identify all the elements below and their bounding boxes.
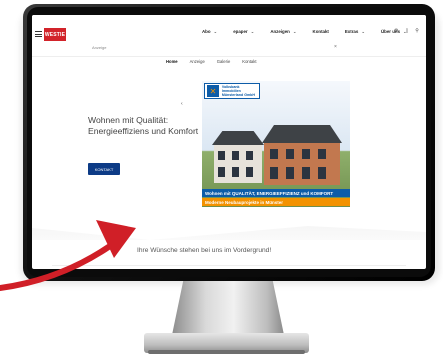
ad-banner-orange: Moderne Neubauprojekte in Münster	[202, 198, 350, 206]
site-logo[interactable]: WESTIE	[44, 28, 66, 41]
chevron-left-icon[interactable]: ‹	[181, 101, 183, 107]
header-icons: ⚙ ▯ ⚲	[394, 28, 419, 34]
site-header: WESTIE Abo ⌄ epaper ⌄ Anzeigen ⌄ Kontakt Ex…	[32, 15, 426, 57]
chevron-down-icon: ⌄	[292, 29, 297, 34]
chevron-down-icon: ⌄	[250, 29, 255, 34]
menu-icon[interactable]	[35, 31, 42, 37]
nav-item-abo[interactable]: Abo ⌄	[202, 29, 217, 35]
chevron-down-icon: ⌄	[361, 29, 365, 34]
ad-tab-kontakt[interactable]: Kontakt	[242, 59, 256, 64]
bank-name: Volksbank Immobilien Münsterland GmbH	[221, 85, 255, 97]
nav-item-epaper[interactable]: epaper ⌄	[233, 29, 254, 35]
ad-fold	[32, 226, 426, 240]
close-icon[interactable]: ×	[334, 44, 337, 50]
nav-item-anzeigen[interactable]: Anzeigen ⌄	[270, 29, 296, 35]
settings-icon[interactable]: ⚙	[394, 28, 398, 34]
account-icon[interactable]: ▯	[405, 28, 408, 34]
monitor-stand-neck	[172, 281, 284, 335]
bank-badge: ✕ Volksbank Immobilien Münsterland GmbH	[204, 83, 260, 99]
chevron-down-icon: ⌄	[213, 29, 218, 34]
tagline: Ihre Wünsche stehen bei uns im Vordergru…	[137, 247, 272, 254]
nav-item-kontakt[interactable]: Kontakt	[313, 29, 329, 35]
ad-tab-home[interactable]: Home	[166, 59, 178, 64]
monitor-stand-edge	[148, 350, 305, 354]
ad-tab-anzeige[interactable]: Anzeige	[190, 59, 205, 64]
monitor-screen: WESTIE Abo ⌄ epaper ⌄ Anzeigen ⌄ Kontakt Ex…	[32, 15, 426, 269]
ad-banner-blue: Wohnen mit QUALITÄT, ENERGIEEFFIZIENZ un…	[202, 189, 350, 197]
search-icon[interactable]: ⚲	[415, 28, 419, 34]
ad-tab-galerie[interactable]: Galerie	[217, 59, 231, 64]
kontakt-button[interactable]: KONTAKT	[88, 163, 120, 175]
ad-image[interactable]: ✕ Volksbank Immobilien Münsterland GmbH	[202, 81, 350, 207]
ad-headline: Wohnen mit Qualität: Energieeffiziens un…	[88, 115, 199, 136]
divider	[52, 265, 406, 266]
nav-item-extras[interactable]: Extras ⌄	[345, 29, 365, 35]
ad-subnav: Home Anzeige Galerie Kontakt	[166, 59, 268, 64]
ad-label: Anzeige	[92, 45, 107, 50]
ad-text-block: Wohnen mit Qualität: Energieeffiziens un…	[88, 115, 218, 137]
bank-logo: ✕	[207, 85, 219, 97]
main-nav: Abo ⌄ epaper ⌄ Anzeigen ⌄ Kontakt Extras ⌄ Ü…	[202, 29, 423, 35]
